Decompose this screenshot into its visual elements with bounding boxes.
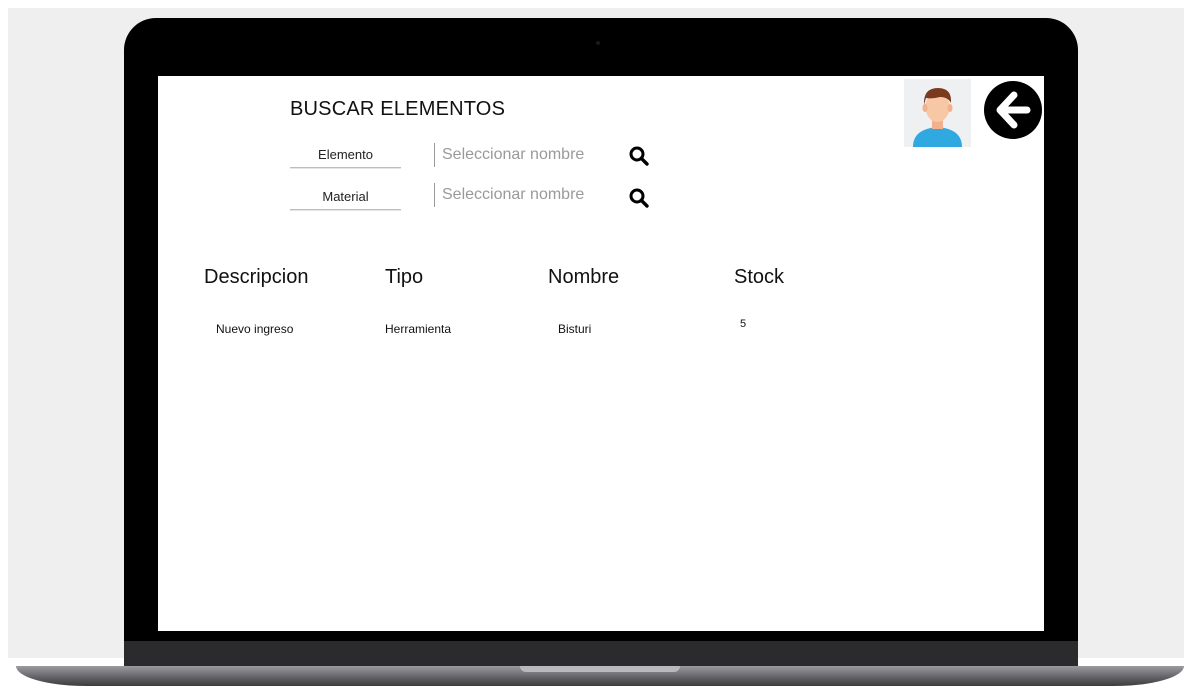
column-header-stock: Stock bbox=[734, 266, 785, 288]
search-icon[interactable] bbox=[628, 145, 650, 167]
column-header-nombre: Nombre bbox=[548, 266, 620, 288]
search-icon[interactable] bbox=[628, 187, 650, 209]
user-avatar-icon bbox=[913, 88, 962, 147]
column-header-tipo: Tipo bbox=[385, 266, 424, 288]
elemento-filter-button[interactable]: Elemento bbox=[290, 141, 401, 168]
user-avatar[interactable] bbox=[904, 79, 971, 147]
page-title: BUSCAR ELEMENTOS bbox=[290, 98, 506, 120]
material-search-input[interactable] bbox=[434, 183, 612, 207]
material-filter-button[interactable]: Material bbox=[290, 183, 401, 210]
cell-nombre: Bisturi bbox=[558, 322, 592, 336]
back-button[interactable] bbox=[984, 81, 1042, 139]
laptop-base-notch bbox=[520, 666, 680, 672]
elemento-search-input[interactable] bbox=[434, 143, 612, 167]
cell-tipo: Herramienta bbox=[385, 322, 452, 336]
arrow-left-icon bbox=[996, 91, 1031, 129]
laptop-bottom-bezel bbox=[124, 641, 1078, 667]
column-header-descripcion: Descripcion bbox=[204, 266, 309, 288]
app-screen: BUSCAR ELEMENTOS Elemento Material Descr… bbox=[158, 76, 1044, 631]
cell-stock: 5 bbox=[740, 318, 747, 330]
camera-dot bbox=[596, 41, 600, 45]
cell-descripcion: Nuevo ingreso bbox=[216, 322, 294, 336]
